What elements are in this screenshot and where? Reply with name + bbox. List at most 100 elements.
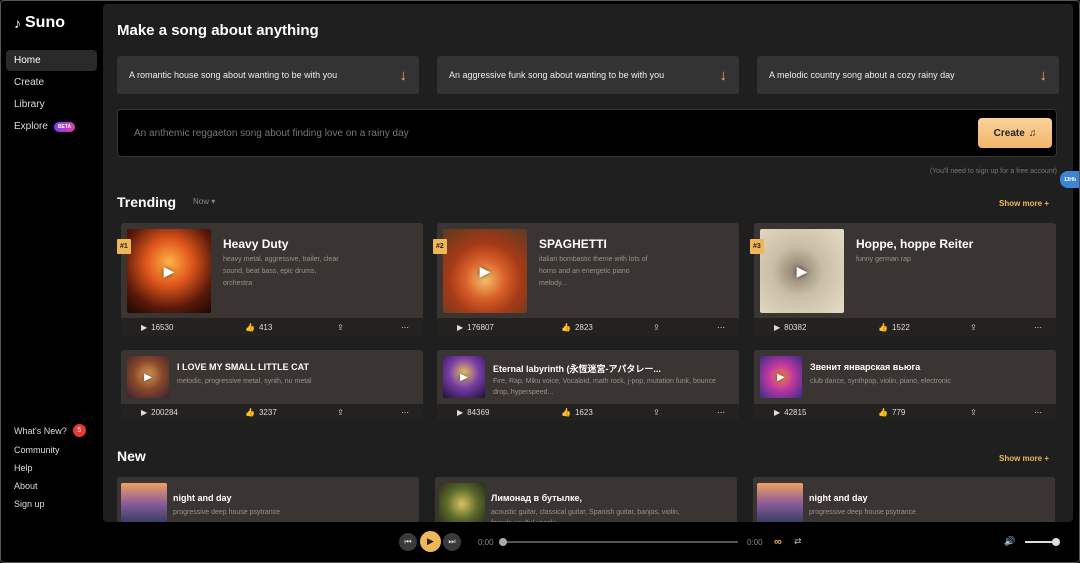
side-pill-badge[interactable]: 13Hb [1060,171,1080,188]
song-cover[interactable] [757,483,803,522]
more-button[interactable]: ⋯ [717,323,725,332]
sidebar-item-about[interactable]: About [6,477,94,495]
play-icon[interactable]: ▶ [760,229,844,313]
song-title[interactable]: I LOVE MY SMALL LITTLE CAT [177,362,309,372]
sidebar-item-explore[interactable]: Explore BETA [6,116,97,137]
song-title[interactable]: night and day [173,493,232,503]
like-count[interactable]: 👍 413 [245,323,272,332]
play-count[interactable]: ▶ 176807 [457,323,494,332]
song-cover[interactable]: ▶ [443,229,527,313]
trending-filter-select[interactable]: Now ▾ [193,197,215,206]
play-count-value: 16530 [151,322,174,332]
song-title[interactable]: Hoppe, hoppe Reiter [856,237,973,251]
share-button[interactable]: ⇪ [337,323,344,332]
play-icon[interactable]: ▶ [760,356,802,398]
shuffle-icon[interactable]: ⇄ [794,536,802,547]
seek-handle[interactable] [499,538,507,546]
share-button[interactable]: ⇪ [337,408,344,417]
sidebar-item-community[interactable]: Community [6,441,94,459]
more-button[interactable]: ⋯ [717,408,725,417]
song-cover[interactable]: ▶ [127,356,169,398]
more-icon: ⋯ [1034,322,1042,332]
more-button[interactable]: ⋯ [401,323,409,332]
sidebar-item-help[interactable]: Help [6,459,94,477]
new-song-card[interactable]: Лимонад в бутылке, acoustic guitar, clas… [435,477,737,522]
like-count[interactable]: 👍 779 [878,408,905,417]
play-icon: ▶ [457,407,464,417]
song-cover[interactable]: ▶ [443,356,485,398]
play-count[interactable]: ▶ 42815 [774,408,806,417]
loop-icon[interactable]: ∞ [774,536,782,548]
sidebar-item-home[interactable]: Home [6,50,97,71]
like-count[interactable]: 👍 2823 [561,323,593,332]
volume-icon[interactable]: 🔊 [1004,536,1015,547]
like-count[interactable]: 👍 1623 [561,408,593,417]
seek-bar[interactable] [499,538,738,546]
song-cover[interactable]: ▶ [760,229,844,313]
play-icon[interactable]: ▶ [443,356,485,398]
like-count[interactable]: 👍 3237 [245,408,277,417]
sidebar-item-create[interactable]: Create [6,72,97,93]
trending-show-more-link[interactable]: Show more + [999,199,1049,208]
share-button[interactable]: ⇪ [653,323,660,332]
play-count[interactable]: ▶ 200284 [141,408,178,417]
create-button[interactable]: Create ♫ [978,118,1052,148]
sidebar-item-label: Library [14,99,45,110]
song-title[interactable]: night and day [809,493,868,503]
previous-button[interactable]: ⏮ [399,533,417,551]
sidebar-item-library[interactable]: Library [6,94,97,115]
new-song-card[interactable]: night and day progressive deep house psy… [753,477,1055,522]
new-show-more-link[interactable]: Show more + [999,454,1049,463]
sidebar-item-whats-new[interactable]: What's New? 5 [6,420,94,441]
song-title[interactable]: Звенит январская вьюга [810,362,920,372]
song-cover[interactable]: ▶ [127,229,211,313]
trending-song-card[interactable]: ▶ Eternal labyrinth (永恆迷宮-アパタレー... Fire,… [437,350,739,420]
trending-song-card[interactable]: ▶ #3 Hoppe, hoppe Reiter funny german ra… [750,223,1056,336]
trending-song-card[interactable]: ▶ #2 SPAGHETTI italian bombastic theme w… [433,223,739,336]
share-button[interactable]: ⇪ [970,323,977,332]
suno-logo-icon: ♪ [14,15,21,31]
song-cover[interactable] [121,483,167,522]
song-tags: melodic, progressive metal, synth, nu me… [177,378,312,385]
prompt-suggestion[interactable]: A romantic house song about wanting to b… [117,56,419,94]
song-title[interactable]: SPAGHETTI [539,237,607,251]
song-cover[interactable] [439,483,485,522]
prompt-suggestion[interactable]: A melodic country song about a cozy rain… [757,56,1059,94]
play-icon[interactable]: ▶ [443,229,527,313]
prompt-suggestion[interactable]: An aggressive funk song about wanting to… [437,56,739,94]
app-name: Suno [25,14,65,31]
trending-song-card[interactable]: ▶ Звенит январская вьюга club dance, syn… [754,350,1056,420]
like-count-value: 779 [891,407,906,417]
more-button[interactable]: ⋯ [1034,408,1042,417]
arrow-down-icon: ↓ [719,66,728,84]
trending-song-card[interactable]: ▶ #1 Heavy Duty heavy metal, aggressive,… [117,223,423,336]
song-tags: heavy metal, aggressive, trailer, clear … [223,256,339,287]
song-title[interactable]: Heavy Duty [223,237,288,251]
play-button[interactable]: ▶ [420,531,441,552]
share-button[interactable]: ⇪ [653,408,660,417]
song-cover[interactable]: ▶ [760,356,802,398]
play-icon[interactable]: ▶ [127,229,211,313]
suno-logo[interactable]: ♪ Suno [6,14,97,32]
volume-handle[interactable] [1052,538,1060,546]
like-count[interactable]: 👍 1522 [878,323,910,332]
new-song-card[interactable]: night and day progressive deep house psy… [117,477,419,522]
more-button[interactable]: ⋯ [401,408,409,417]
share-button[interactable]: ⇪ [970,408,977,417]
next-button[interactable]: ⏭ [443,533,461,551]
song-prompt-input[interactable]: An anthemic reggaeton song about finding… [117,109,1057,157]
rank-badge: #1 [117,239,131,254]
play-count[interactable]: ▶ 80382 [774,323,806,332]
volume-slider[interactable] [1025,538,1060,546]
trending-song-card[interactable]: ▶ I LOVE MY SMALL LITTLE CAT melodic, pr… [121,350,423,420]
song-title[interactable]: Eternal labyrinth (永恆迷宮-アパタレー... [493,362,661,375]
song-stats: ▶ 176807 👍 2823 ⇪ ⋯ [437,318,739,336]
play-icon[interactable]: ▶ [127,356,169,398]
play-count[interactable]: ▶ 84369 [457,408,489,417]
more-button[interactable]: ⋯ [1034,323,1042,332]
beta-badge: BETA [53,121,76,132]
sidebar-item-sign-up[interactable]: Sign up [6,495,94,513]
play-count[interactable]: ▶ 16530 [141,323,173,332]
more-icon: ⋯ [717,407,725,417]
song-title[interactable]: Лимонад в бутылке, [491,493,582,503]
